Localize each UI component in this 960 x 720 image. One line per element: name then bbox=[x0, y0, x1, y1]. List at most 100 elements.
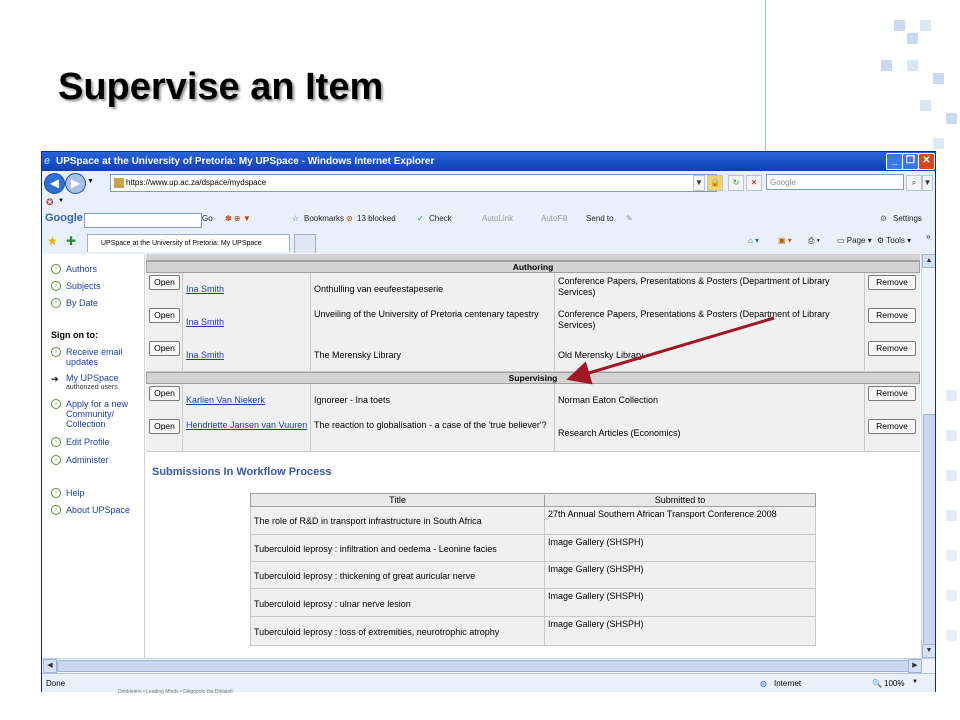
address-text: https://www.up.ac.za/dspace/mydspace bbox=[126, 178, 267, 187]
forward-icon[interactable]: ▶ bbox=[65, 173, 86, 194]
slide-title: Supervise an Item bbox=[58, 66, 384, 108]
google-search-input[interactable] bbox=[84, 213, 202, 228]
slide-footer bbox=[0, 692, 960, 720]
tab-upspace[interactable]: UPSpace at the University of Pretoria: M… bbox=[87, 234, 290, 252]
lock-icon[interactable]: 🔒 bbox=[707, 175, 723, 191]
favicon-dropdown-icon[interactable]: ▼ bbox=[58, 198, 64, 204]
new-tab-button[interactable] bbox=[294, 234, 316, 253]
decor-square bbox=[946, 550, 957, 561]
bookmarks-star-icon: ☆ bbox=[292, 214, 300, 223]
search-icon[interactable]: ⌕ bbox=[906, 175, 922, 191]
vertical-scrollbar[interactable]: ▲ ▼ bbox=[921, 254, 935, 658]
page-menu-button[interactable]: ▭ Page ▾ bbox=[837, 236, 872, 245]
browser-window: e UPSpace at the University of Pretoria:… bbox=[41, 151, 936, 694]
google-toolbar: Google Go ✽ ⊕ ▼ ☆ Bookmarks ⊘ 13 blocked… bbox=[42, 210, 935, 230]
print-icon[interactable]: ⎙ ▾ bbox=[808, 236, 820, 246]
address-input[interactable]: https://www.up.ac.za/dspace/mydspace bbox=[110, 174, 717, 192]
maximize-button[interactable]: ❐ bbox=[902, 153, 919, 170]
close-button[interactable]: ✕ bbox=[918, 153, 935, 170]
settings-button[interactable]: Settings bbox=[893, 214, 922, 223]
table-row: Tuberculoid leprosy : thickening of grea… bbox=[250, 562, 816, 589]
tools-menu-button[interactable]: ⚙ Tools ▾ bbox=[877, 236, 911, 245]
decor-square bbox=[933, 138, 944, 149]
search-input[interactable]: Google bbox=[766, 174, 904, 190]
tab-label: UPSpace at the University of Pretoria: M… bbox=[101, 240, 262, 247]
decor-square bbox=[946, 430, 957, 441]
workflow-item-title: Tuberculoid leprosy : infiltration and o… bbox=[254, 544, 497, 554]
zone-label: Internet bbox=[774, 679, 802, 688]
table-row: Tuberculoid leprosy : infiltration and o… bbox=[250, 535, 816, 562]
footer-motto: Denkleiers • Leading Minds • Dikgopolo t… bbox=[118, 689, 233, 695]
spellcheck-icon: ✓ bbox=[417, 214, 424, 223]
workflow-submitted-to: Image Gallery (SHSPH) bbox=[548, 591, 644, 601]
settings-gear-icon: ⚙ bbox=[880, 214, 888, 223]
scroll-down-icon[interactable]: ▼ bbox=[922, 644, 935, 658]
favicon-icon: ✪ bbox=[46, 197, 54, 207]
back-icon[interactable]: ◀ bbox=[44, 173, 65, 194]
blocked-count[interactable]: 13 blocked bbox=[357, 214, 396, 223]
status-text: Done bbox=[46, 679, 66, 688]
add-favorite-icon[interactable]: ✚ bbox=[66, 234, 76, 248]
workflow-item-title: Tuberculoid leprosy : ulnar nerve lesion bbox=[254, 599, 411, 609]
tab-bar: ★ ✚ UPSpace at the University of Pretori… bbox=[42, 230, 935, 255]
google-logo: Google bbox=[45, 212, 83, 224]
scroll-up-icon[interactable]: ▲ bbox=[922, 254, 935, 268]
bookmarks-button[interactable]: Bookmarks bbox=[304, 214, 344, 223]
popup-blocker-icon: ⊘ bbox=[346, 214, 353, 223]
decor-square bbox=[894, 20, 905, 31]
sendto-button[interactable]: Send to bbox=[586, 214, 614, 223]
page-content: › Authors › Subjects › By Date Sign on to: … bbox=[42, 254, 921, 658]
decor-square bbox=[920, 100, 931, 111]
page-icon bbox=[114, 177, 124, 188]
decor-square bbox=[946, 113, 957, 124]
horizontal-scroll-thumb[interactable] bbox=[57, 660, 921, 672]
workflow-submitted-to: Image Gallery (SHSPH) bbox=[548, 537, 644, 547]
address-dropdown-button[interactable]: ▼ bbox=[693, 175, 705, 191]
pencil-icon[interactable]: ✎ bbox=[626, 214, 633, 223]
google-tools-icon[interactable]: ✽ ⊕ ▼ bbox=[225, 214, 251, 223]
zoom-dropdown-icon[interactable]: ▼ bbox=[912, 679, 918, 685]
table-row: Tuberculoid leprosy : loss of extremitie… bbox=[250, 617, 816, 646]
address-bar-row: ◀ ▶ ▼ https://www.up.ac.za/dspace/mydspa… bbox=[42, 171, 935, 195]
decor-square bbox=[881, 60, 892, 71]
decor-square bbox=[946, 470, 957, 481]
decor-square bbox=[946, 510, 957, 521]
col-submitted-header: Submitted to bbox=[654, 495, 706, 505]
minimize-button[interactable]: _ bbox=[886, 153, 903, 170]
horizontal-scrollbar[interactable]: ◀ ▶ bbox=[42, 658, 935, 673]
slide-divider-line bbox=[765, 0, 766, 152]
workflow-item-title: The role of R&D in transport infrastruct… bbox=[254, 516, 482, 526]
decor-square bbox=[933, 73, 944, 84]
workflow-table-header: Title Submitted to bbox=[250, 493, 816, 507]
scroll-thumb[interactable] bbox=[923, 414, 935, 656]
refresh-icon[interactable]: ↻ bbox=[728, 175, 744, 191]
feeds-icon[interactable]: ▣ ▾ bbox=[778, 236, 792, 245]
decor-square bbox=[907, 60, 918, 71]
menu-bar: ✪ ▼ bbox=[42, 195, 935, 210]
decor-square bbox=[946, 390, 957, 401]
decor-square bbox=[946, 590, 957, 601]
search-options-icon[interactable]: ▼ bbox=[922, 175, 933, 191]
favorites-star-icon[interactable]: ★ bbox=[47, 234, 58, 248]
table-row: The role of R&D in transport infrastruct… bbox=[250, 507, 816, 535]
check-button[interactable]: Check bbox=[429, 214, 452, 223]
autofill-button[interactable]: AutoFill bbox=[541, 214, 568, 223]
chevron-more-icon[interactable]: » bbox=[926, 232, 930, 241]
window-title: UPSpace at the University of Pretoria: M… bbox=[56, 156, 435, 167]
home-icon[interactable]: ⌂ ▾ bbox=[748, 236, 759, 245]
autolink-button[interactable]: AutoLink bbox=[482, 214, 513, 223]
workflow-item-title: Tuberculoid leprosy : loss of extremitie… bbox=[254, 627, 500, 637]
history-dropdown-icon[interactable]: ▼ bbox=[87, 178, 94, 185]
scroll-right-icon[interactable]: ▶ bbox=[908, 659, 922, 673]
table-row: Tuberculoid leprosy : ulnar nerve lesion… bbox=[250, 589, 816, 617]
workflow-submitted-to: Image Gallery (SHSPH) bbox=[548, 564, 644, 574]
scroll-left-icon[interactable]: ◀ bbox=[43, 659, 57, 673]
go-button[interactable]: Go bbox=[202, 214, 213, 223]
window-titlebar: e UPSpace at the University of Pretoria:… bbox=[42, 152, 935, 171]
zoom-level[interactable]: 100% bbox=[884, 679, 904, 688]
decor-square bbox=[920, 20, 931, 31]
ie-logo-icon: e bbox=[44, 155, 51, 167]
col-title-header: Title bbox=[251, 495, 545, 507]
workflow-item-title: Tuberculoid leprosy : thickening of grea… bbox=[254, 571, 476, 581]
stop-icon[interactable]: ✕ bbox=[746, 175, 762, 191]
